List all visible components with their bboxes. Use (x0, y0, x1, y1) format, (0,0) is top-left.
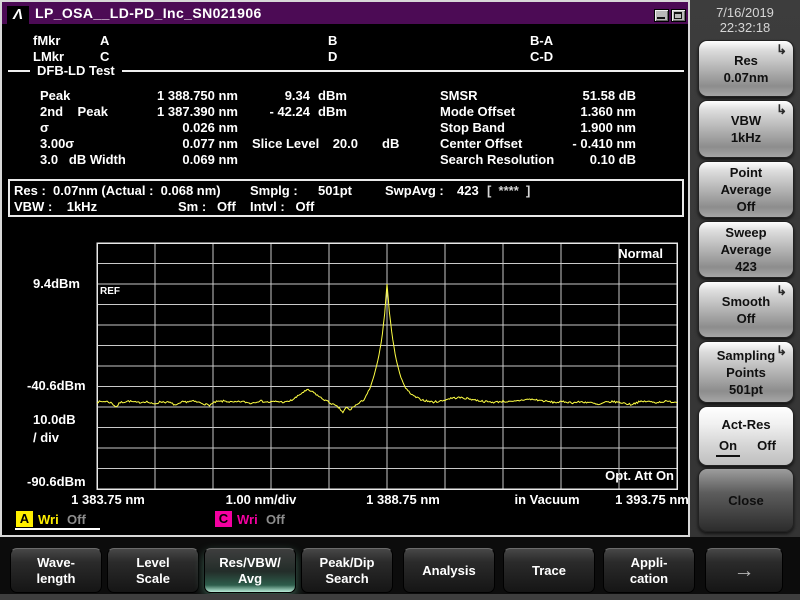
submenu-arrow-icon: ↳ (776, 343, 787, 358)
x-axis-center-label: 1 388.75 nm (366, 492, 440, 507)
trace-a-state: Off (67, 512, 86, 527)
menu-analysis[interactable]: Analysis (403, 548, 495, 593)
softkey-vbw[interactable]: ↳ VBW 1kHz (698, 100, 794, 158)
menu-label: Wave- (37, 554, 75, 570)
softkey-value: Off (736, 199, 756, 214)
ref-line-marker: REF (100, 286, 120, 297)
softkey-label: Act-Res (721, 416, 771, 432)
menu-label: length (36, 570, 76, 586)
softkey-sweep-average[interactable]: Sweep Average 423 (698, 221, 794, 278)
menu-level-scale[interactable]: Level Scale (107, 548, 199, 593)
softkey-label: Sweep (725, 225, 767, 240)
menu-application[interactable]: Appli- cation (603, 548, 695, 593)
submenu-arrow-icon: ↳ (776, 102, 787, 117)
menu-trace[interactable]: Trace (503, 548, 595, 593)
softkey-value: 423 (735, 259, 757, 274)
softkey-value: 501pt (729, 381, 763, 397)
spectrum-plot (96, 242, 678, 490)
menu-label: Scale (136, 570, 170, 586)
softkey-smooth[interactable]: ↳ Smooth Off (698, 281, 794, 338)
submenu-arrow-icon: ↳ (776, 42, 787, 57)
trace-mode-badge: Normal (618, 246, 663, 261)
y-axis-scale-label: 10.0dB (33, 412, 76, 427)
softkey-sampling-points[interactable]: ↳ Sampling Points 501pt (698, 341, 794, 403)
menu-peak-dip-search[interactable]: Peak/Dip Search (301, 548, 393, 593)
menu-more-pages-button[interactable]: → (705, 548, 783, 593)
menu-label: Search (325, 570, 369, 586)
y-axis-ref-label: 9.4dBm (33, 276, 80, 291)
act-res-on-option[interactable]: On (716, 437, 741, 457)
softkey-value: 1kHz (730, 130, 762, 145)
trace-a-badge: A (16, 511, 33, 527)
x-axis-medium-label: in Vacuum (514, 492, 580, 507)
bottom-bezel (0, 594, 800, 600)
menu-label: Trace (532, 562, 566, 578)
softkey-label: Close (728, 492, 764, 508)
menu-label: Res/VBW/ (219, 554, 281, 570)
menu-label: Peak/Dip (319, 554, 375, 570)
system-time: 22:32:18 (719, 20, 771, 35)
system-date: 7/16/2019 (716, 5, 774, 20)
menu-res-vbw-avg[interactable]: Res/VBW/ Avg (204, 548, 296, 593)
optical-attenuator-status: Opt. Att On (605, 468, 674, 483)
trace-a-mode: Wri (38, 512, 59, 527)
submenu-arrow-icon: ↳ (776, 283, 787, 298)
more-menu-arrow-icon: → (733, 558, 755, 582)
menu-label: Avg (237, 570, 263, 586)
softkey-label: Point (729, 165, 763, 180)
softkey-act-res[interactable]: Act-Res On Off (698, 406, 794, 466)
x-axis-div-label: 1.00 nm/div (225, 492, 297, 507)
softkey-label: Points (726, 364, 766, 380)
menu-label: Level (136, 554, 170, 570)
trace-c-state: Off (266, 512, 285, 527)
menu-label: Appli- (630, 554, 668, 570)
menu-label: cation (629, 570, 669, 586)
menu-label: Analysis (422, 562, 476, 578)
softkey-value: Off (736, 310, 756, 326)
softkey-label: Average (720, 182, 772, 197)
softkey-point-average[interactable]: Point Average Off (698, 161, 794, 218)
softkey-value: 0.07nm (723, 69, 769, 85)
active-trace-underline (15, 528, 100, 530)
trace-c-badge: C (215, 511, 232, 527)
softkey-res[interactable]: ↳ Res 0.07nm (698, 40, 794, 97)
act-res-off-option[interactable]: Off (757, 437, 776, 457)
x-axis-start-label: 1 383.75 nm (71, 492, 145, 507)
y-axis-bottom-label: -90.6dBm (27, 474, 86, 489)
softkey-close[interactable]: Close (698, 468, 794, 532)
x-axis-stop-label: 1 393.75 nm (615, 492, 689, 507)
softkey-label: Average (720, 242, 772, 257)
y-axis-mid-label: -40.6dBm (27, 378, 86, 393)
trace-c-mode: Wri (237, 512, 258, 527)
y-axis-scale-unit: / div (33, 430, 60, 445)
menu-wavelength[interactable]: Wave- length (10, 548, 102, 593)
